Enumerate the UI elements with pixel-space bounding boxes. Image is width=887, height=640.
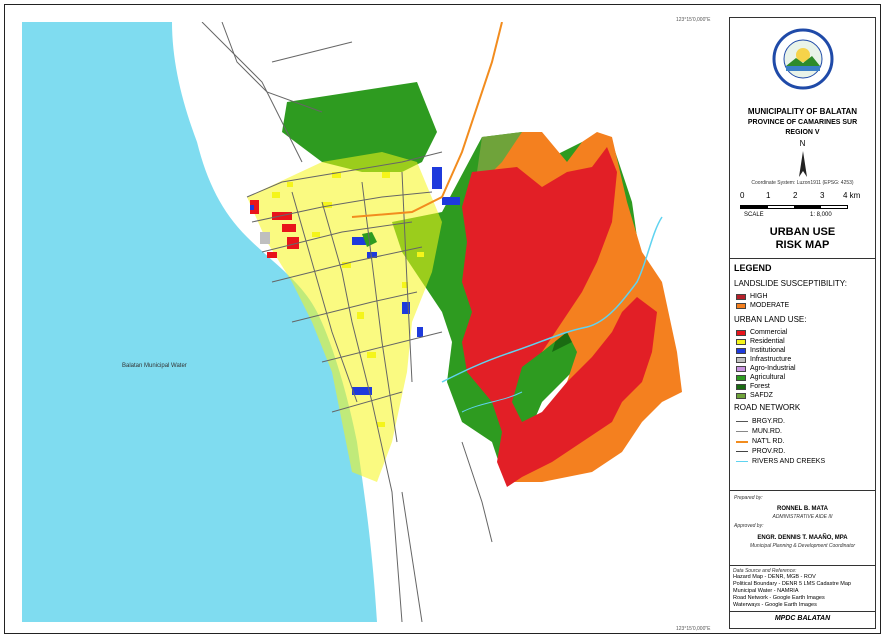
map-title-line1: URBAN USE — [769, 226, 836, 238]
scale-tick: 3 — [820, 191, 825, 200]
legend-swatch — [736, 383, 746, 390]
legend-item-mun-road: MUN.RD. — [736, 427, 782, 436]
province-name: PROVINCE OF CAMARINES SUR — [747, 119, 858, 126]
scale-ratio: 1: 8,000 — [810, 212, 832, 218]
legend-item-high: HIGH — [736, 292, 768, 301]
legend-swatch — [736, 329, 746, 336]
municipal-seal-icon — [772, 28, 834, 90]
legend-item-institutional: Institutional — [736, 346, 785, 355]
scale-label: SCALE — [744, 212, 764, 218]
legend-item-natl-road: NAT'L RD. — [736, 437, 784, 446]
source-item: Municipal Water - NAMRIA — [733, 588, 799, 594]
scale-ticks: 0 1 2 3 4 km — [738, 191, 868, 203]
approved-name: ENGR. DENNIS T. MAAÑO, MPA — [757, 535, 848, 541]
legend-swatch — [736, 347, 746, 354]
legend-line — [736, 431, 748, 432]
approved-title: Municipal Planning & Development Coordin… — [749, 543, 856, 549]
scale-tick: 0 — [740, 191, 745, 200]
legend-item-rivers: RIVERS AND CREEKS — [736, 457, 825, 466]
legend-item-prov-road: PROV.RD. — [736, 447, 785, 456]
legend-item-brgy-road: BRGY.RD. — [736, 417, 785, 426]
scale-tick: 4 km — [843, 191, 861, 200]
legend-item-forest: Forest — [736, 382, 770, 391]
scale-tick: 2 — [793, 191, 798, 200]
scale-tick: 1 — [766, 191, 771, 200]
legend-item-safdz: SAFDZ — [736, 391, 773, 400]
source-item: Waterways - Google Earth Images — [733, 602, 817, 608]
infrastructure-parcel — [260, 232, 270, 244]
map-title-line2: RISK MAP — [775, 239, 830, 251]
data-sources: Data Source and Reference: Hazard Map - … — [730, 566, 875, 612]
legend-swatch — [736, 374, 746, 381]
legend-swatch — [736, 365, 746, 372]
coordinate-system: Coordinate System: Luzon1911 (EPSG: 4253… — [751, 180, 854, 186]
legend-item-agro-industrial: Agro-Industrial — [736, 364, 796, 373]
urban-use-risk-map: Balatan Municipal Water — [22, 22, 722, 622]
title-block: MUNICIPALITY OF BALATAN PROVINCE OF CAMA… — [730, 18, 875, 259]
coord-label-bottom: 123°15'0,000"E — [676, 626, 711, 632]
landuse-heading: URBAN LAND USE: — [734, 315, 807, 324]
legend-item-infrastructure: Infrastructure — [736, 355, 791, 364]
legend-line — [736, 421, 748, 422]
prepared-title: ADMINISTRATIVE AIDE III — [772, 514, 833, 520]
legend-swatch — [736, 293, 746, 300]
source-item: Road Network - Google Earth Images — [733, 595, 825, 601]
signatories: Prepared by: RONNEL B. MATA ADMINISTRATI… — [730, 491, 875, 566]
legend-item-commercial: Commercial — [736, 328, 787, 337]
map-info-panel: MUNICIPALITY OF BALATAN PROVINCE OF CAMA… — [729, 17, 876, 629]
legend-item-moderate: MODERATE — [736, 301, 789, 310]
region-name: REGION V — [785, 129, 820, 136]
legend-swatch — [736, 302, 746, 309]
source-list: Hazard Map - DENR, MGB - ROV Political B… — [733, 574, 851, 609]
scale-bar — [740, 205, 848, 209]
legend-swatch — [736, 392, 746, 399]
legend-heading: LEGEND — [734, 263, 772, 273]
legend-item-residential: Residential — [736, 337, 785, 346]
source-item: Hazard Map - DENR, MGB - ROV — [733, 574, 816, 580]
footer: MPDC BALATAN — [774, 615, 831, 622]
municipality-name: MUNICIPALITY OF BALATAN — [747, 107, 858, 116]
legend-line — [736, 461, 748, 462]
source-item: Political Boundary - DENR 5 LMS Cadastre… — [733, 581, 851, 587]
prepared-name: RONNEL B. MATA — [777, 506, 828, 512]
legend-swatch — [736, 356, 746, 363]
legend-line — [736, 440, 748, 443]
legend-swatch — [736, 338, 746, 345]
landslide-heading: LANDSLIDE SUSCEPTIBILITY: — [734, 279, 847, 288]
legend-line — [736, 451, 748, 452]
water-label: Balatan Municipal Water — [122, 363, 187, 369]
north-label: N — [799, 139, 806, 148]
approved-by-label: Approved by: — [734, 523, 764, 529]
legend: LEGEND LANDSLIDE SUSCEPTIBILITY: HIGH MO… — [730, 259, 875, 491]
legend-item-agricultural: Agricultural — [736, 373, 785, 382]
road-heading: ROAD NETWORK — [734, 403, 801, 412]
prepared-by-label: Prepared by: — [734, 495, 763, 501]
